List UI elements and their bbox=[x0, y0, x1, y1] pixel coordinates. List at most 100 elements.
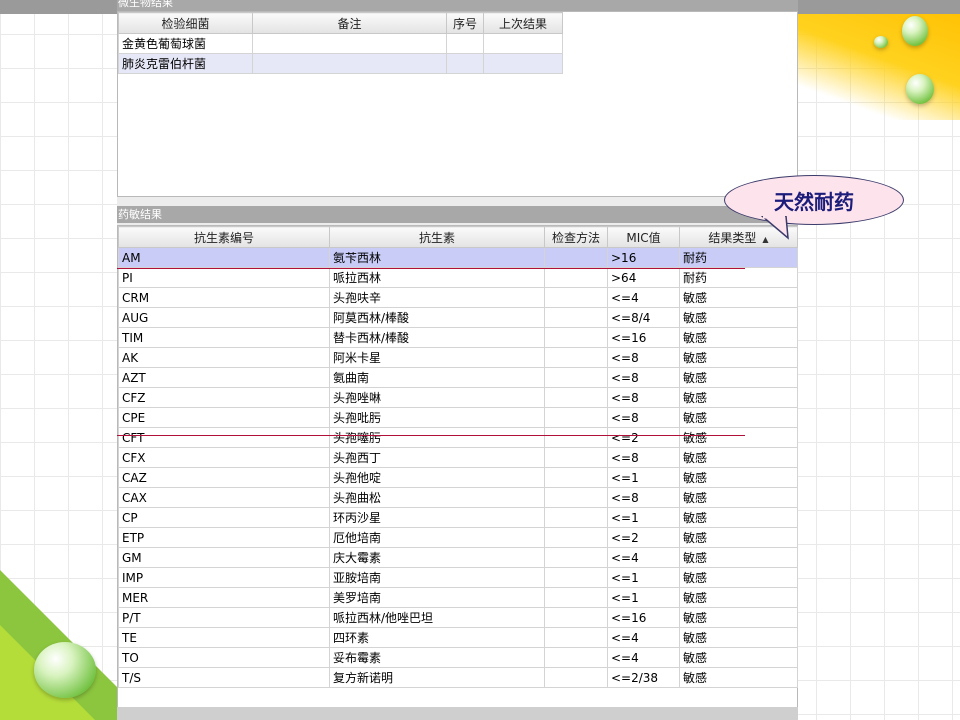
method-cell[interactable] bbox=[544, 627, 608, 648]
mic-value-cell[interactable]: <=4 bbox=[607, 547, 680, 568]
table-row[interactable]: GM 庆大霉素 <=4 敏感 bbox=[118, 547, 798, 568]
mic-value-cell[interactable]: <=8 bbox=[607, 387, 680, 408]
result-type-cell[interactable]: 敏感 bbox=[679, 327, 798, 348]
antibiotic-code-cell[interactable]: T/S bbox=[118, 667, 330, 688]
result-type-cell[interactable]: 敏感 bbox=[679, 427, 798, 448]
antibiotic-name-cell[interactable]: 庆大霉素 bbox=[329, 547, 545, 568]
table-row[interactable]: AUG 阿莫西林/棒酸 <=8/4 敏感 bbox=[118, 307, 798, 328]
result-type-cell[interactable]: 敏感 bbox=[679, 407, 798, 428]
last-result-cell[interactable] bbox=[483, 53, 563, 74]
antibiotic-code-cell[interactable]: CFT bbox=[118, 427, 330, 448]
result-type-cell[interactable]: 敏感 bbox=[679, 447, 798, 468]
mic-value-cell[interactable]: <=8 bbox=[607, 347, 680, 368]
table-row[interactable]: 肺炎克雷伯杆菌 bbox=[118, 53, 563, 74]
antibiotic-code-cell[interactable]: AUG bbox=[118, 307, 330, 328]
method-cell[interactable] bbox=[544, 547, 608, 568]
antibiotic-code-cell[interactable]: CAZ bbox=[118, 467, 330, 488]
mic-value-cell[interactable]: <=4 bbox=[607, 647, 680, 668]
antibiotic-name-cell[interactable]: 哌拉西林/他唑巴坦 bbox=[329, 607, 545, 628]
mic-value-cell[interactable]: <=2 bbox=[607, 427, 680, 448]
antibiotic-code-cell[interactable]: AZT bbox=[118, 367, 330, 388]
antibiotic-code-cell[interactable]: TIM bbox=[118, 327, 330, 348]
antibiotic-name-cell[interactable]: 亚胺培南 bbox=[329, 567, 545, 588]
method-cell[interactable] bbox=[544, 427, 608, 448]
seq-cell[interactable] bbox=[446, 33, 484, 54]
result-type-cell[interactable]: 敏感 bbox=[679, 507, 798, 528]
method-cell[interactable] bbox=[544, 287, 608, 308]
antibiotic-name-cell[interactable]: 头孢唑啉 bbox=[329, 387, 545, 408]
column-header-note[interactable]: 备注 bbox=[252, 12, 447, 34]
method-cell[interactable] bbox=[544, 467, 608, 488]
result-type-cell[interactable]: 敏感 bbox=[679, 607, 798, 628]
mic-value-cell[interactable]: >64 bbox=[607, 267, 680, 288]
antibiotic-code-cell[interactable]: CPE bbox=[118, 407, 330, 428]
table-row[interactable]: CAZ 头孢他啶 <=1 敏感 bbox=[118, 467, 798, 488]
result-type-cell[interactable]: 敏感 bbox=[679, 667, 798, 688]
mic-value-cell[interactable]: <=1 bbox=[607, 567, 680, 588]
table-row[interactable]: 金黄色葡萄球菌 bbox=[118, 33, 563, 54]
method-cell[interactable] bbox=[544, 607, 608, 628]
antibiotic-name-cell[interactable]: 哌拉西林 bbox=[329, 267, 545, 288]
method-cell[interactable] bbox=[544, 347, 608, 368]
method-cell[interactable] bbox=[544, 387, 608, 408]
note-cell[interactable] bbox=[252, 33, 447, 54]
antibiotic-name-cell[interactable]: 环丙沙星 bbox=[329, 507, 545, 528]
table-row[interactable]: T/S 复方新诺明 <=2/38 敏感 bbox=[118, 667, 798, 688]
antibiotic-code-cell[interactable]: AM bbox=[118, 247, 330, 268]
result-type-cell[interactable]: 敏感 bbox=[679, 587, 798, 608]
column-header-method[interactable]: 检查方法 bbox=[544, 226, 608, 248]
mic-value-cell[interactable]: <=2 bbox=[607, 527, 680, 548]
table-row[interactable]: AM 氨苄西林 >16 耐药 bbox=[118, 247, 798, 268]
antibiotic-name-cell[interactable]: 氨苄西林 bbox=[329, 247, 545, 268]
result-type-cell[interactable]: 敏感 bbox=[679, 287, 798, 308]
antibiotic-code-cell[interactable]: GM bbox=[118, 547, 330, 568]
column-header-last-result[interactable]: 上次结果 bbox=[483, 12, 563, 34]
bacteria-cell[interactable]: 肺炎克雷伯杆菌 bbox=[118, 53, 253, 74]
result-type-cell[interactable]: 敏感 bbox=[679, 387, 798, 408]
table-row[interactable]: CAX 头孢曲松 <=8 敏感 bbox=[118, 487, 798, 508]
result-type-cell[interactable]: 敏感 bbox=[679, 627, 798, 648]
antibiotic-code-cell[interactable]: TO bbox=[118, 647, 330, 668]
column-header-bacteria[interactable]: 检验细菌 bbox=[118, 12, 253, 34]
method-cell[interactable] bbox=[544, 647, 608, 668]
column-header-seq[interactable]: 序号 bbox=[446, 12, 484, 34]
seq-cell[interactable] bbox=[446, 53, 484, 74]
result-type-cell[interactable]: 耐药 bbox=[679, 267, 798, 288]
method-cell[interactable] bbox=[544, 407, 608, 428]
table-row[interactable]: TIM 替卡西林/棒酸 <=16 敏感 bbox=[118, 327, 798, 348]
antibiotic-name-cell[interactable]: 四环素 bbox=[329, 627, 545, 648]
method-cell[interactable] bbox=[544, 307, 608, 328]
column-header-mic[interactable]: MIC值 bbox=[607, 226, 680, 248]
method-cell[interactable] bbox=[544, 327, 608, 348]
table-row[interactable]: TE 四环素 <=4 敏感 bbox=[118, 627, 798, 648]
antibiotic-name-cell[interactable]: 头孢呋辛 bbox=[329, 287, 545, 308]
method-cell[interactable] bbox=[544, 587, 608, 608]
method-cell[interactable] bbox=[544, 567, 608, 588]
antibiotic-code-cell[interactable]: AK bbox=[118, 347, 330, 368]
antibiotic-code-cell[interactable]: CFZ bbox=[118, 387, 330, 408]
antibiotic-name-cell[interactable]: 头孢曲松 bbox=[329, 487, 545, 508]
antibiotic-name-cell[interactable]: 阿米卡星 bbox=[329, 347, 545, 368]
result-type-cell[interactable]: 敏感 bbox=[679, 467, 798, 488]
table-row[interactable]: ETP 厄他培南 <=2 敏感 bbox=[118, 527, 798, 548]
mic-value-cell[interactable]: <=2/38 bbox=[607, 667, 680, 688]
mic-value-cell[interactable]: <=4 bbox=[607, 287, 680, 308]
table-row[interactable]: IMP 亚胺培南 <=1 敏感 bbox=[118, 567, 798, 588]
antibiotic-name-cell[interactable]: 氨曲南 bbox=[329, 367, 545, 388]
method-cell[interactable] bbox=[544, 367, 608, 388]
result-type-cell[interactable]: 敏感 bbox=[679, 487, 798, 508]
mic-value-cell[interactable]: <=8 bbox=[607, 487, 680, 508]
result-type-cell[interactable]: 敏感 bbox=[679, 647, 798, 668]
result-type-cell[interactable]: 敏感 bbox=[679, 527, 798, 548]
mic-value-cell[interactable]: <=8 bbox=[607, 407, 680, 428]
result-type-cell[interactable]: 耐药 bbox=[679, 247, 798, 268]
result-type-cell[interactable]: 敏感 bbox=[679, 567, 798, 588]
mic-value-cell[interactable]: <=1 bbox=[607, 587, 680, 608]
last-result-cell[interactable] bbox=[483, 33, 563, 54]
method-cell[interactable] bbox=[544, 487, 608, 508]
table-row[interactable]: TO 妥布霉素 <=4 敏感 bbox=[118, 647, 798, 668]
result-type-cell[interactable]: 敏感 bbox=[679, 307, 798, 328]
table-row[interactable]: CFT 头孢噻肟 <=2 敏感 bbox=[118, 427, 798, 448]
antibiotic-code-cell[interactable]: ETP bbox=[118, 527, 330, 548]
method-cell[interactable] bbox=[544, 507, 608, 528]
